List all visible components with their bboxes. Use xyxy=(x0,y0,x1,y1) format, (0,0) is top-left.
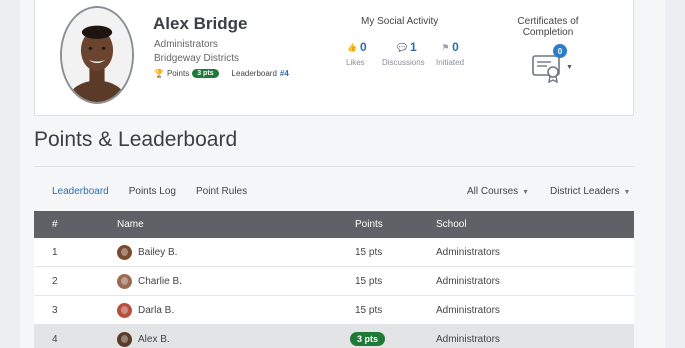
tab-points-log[interactable]: Points Log xyxy=(129,186,176,197)
divider xyxy=(34,166,634,167)
initiated-count: 0 xyxy=(452,40,459,54)
social-activity-title: My Social Activity xyxy=(361,16,439,27)
page: Alex Bridge Administrators Bridgeway Dis… xyxy=(20,0,665,348)
discussions-count: 1 xyxy=(409,40,417,54)
chat-icon: 💬 xyxy=(397,42,407,52)
page-title: Points & Leaderboard xyxy=(34,128,238,151)
user-name: Alex Bridge xyxy=(153,14,248,33)
row-points: 15 pts xyxy=(355,275,383,287)
row-points: 3 pts xyxy=(350,331,386,346)
certificate-count-badge: 0 xyxy=(553,44,567,58)
row-name-cell: Charlie B. xyxy=(117,273,182,289)
row-points: 15 pts xyxy=(355,246,383,258)
leaderboard-label: Leaderboard xyxy=(231,69,277,78)
leaders-filter-label: District Leaders xyxy=(550,186,620,197)
certificates-title: Certificates of Completion xyxy=(517,16,579,38)
avatar-photo xyxy=(62,8,132,102)
table-row[interactable]: 1 Bailey B. 15 pts Administrators xyxy=(34,238,634,267)
profile-avatar[interactable] xyxy=(60,6,134,104)
points-label: Points xyxy=(166,69,190,78)
leaderboard-tabs: Leaderboard Points Log Point Rules xyxy=(52,186,247,197)
table-row[interactable]: 3 Darla B. 15 pts Administrators xyxy=(34,296,634,325)
tab-point-rules[interactable]: Point Rules xyxy=(196,186,247,197)
avatar xyxy=(117,331,132,347)
user-district: Bridgeway Districts xyxy=(154,53,240,64)
row-name: Alex B. xyxy=(138,333,170,345)
row-rank: 4 xyxy=(52,333,58,345)
row-name-cell: Bailey B. xyxy=(117,244,178,260)
discussions-stat[interactable]: 💬 1 xyxy=(397,40,417,54)
avatar xyxy=(117,273,132,289)
row-school: Administrators xyxy=(436,304,500,316)
initiated-stat[interactable]: ⚑ 0 xyxy=(442,40,459,54)
likes-count: 0 xyxy=(359,40,367,54)
trophy-icon: 🏆 xyxy=(154,69,164,78)
table-row[interactable]: 2 Charlie B. 15 pts Administrators xyxy=(34,267,634,296)
row-name: Bailey B. xyxy=(138,246,178,258)
profile-card: Alex Bridge Administrators Bridgeway Dis… xyxy=(34,0,634,116)
initiated-label: Initiated xyxy=(436,58,465,67)
row-school: Administrators xyxy=(436,275,500,287)
likes-stat[interactable]: 👍 0 xyxy=(347,40,367,54)
leaderboard-rank-link[interactable]: #4 xyxy=(280,69,289,78)
row-points: 15 pts xyxy=(355,304,383,316)
points-summary: 🏆 Points 3 pts Leaderboard #4 xyxy=(154,69,289,78)
courses-filter-label: All Courses xyxy=(467,186,519,197)
flag-icon: ⚑ xyxy=(442,42,450,52)
likes-label: Likes xyxy=(346,58,365,67)
header-rank[interactable]: # xyxy=(52,219,58,230)
row-rank: 1 xyxy=(52,246,58,258)
thumbs-up-icon: 👍 xyxy=(347,42,357,52)
row-school: Administrators xyxy=(436,246,500,258)
caret-down-icon: ▼ xyxy=(623,189,631,196)
row-rank: 3 xyxy=(52,304,58,316)
row-school: Administrators xyxy=(436,333,500,345)
discussions-label: Discussions xyxy=(382,58,425,67)
leaders-filter-dropdown[interactable]: District Leaders ▼ xyxy=(550,186,630,197)
caret-down-icon[interactable]: ▼ xyxy=(566,64,573,71)
leaderboard-table: # Name Points School 1 Bailey B. 15 pts … xyxy=(34,211,634,348)
row-name: Charlie B. xyxy=(138,275,182,287)
row-rank: 2 xyxy=(52,275,58,287)
table-row-current-user[interactable]: 4 Alex B. 3 pts Administrators xyxy=(34,325,634,348)
table-header: # Name Points School xyxy=(34,211,634,238)
row-name-cell: Alex B. xyxy=(117,331,170,347)
points-badge: 3 pts xyxy=(350,331,386,346)
row-name: Darla B. xyxy=(138,304,175,316)
avatar xyxy=(117,302,132,318)
courses-filter-dropdown[interactable]: All Courses ▼ xyxy=(467,186,529,197)
caret-down-icon: ▼ xyxy=(522,189,530,196)
user-org: Administrators xyxy=(154,39,218,50)
avatar xyxy=(117,244,132,260)
points-badge: 3 pts xyxy=(192,69,219,78)
row-name-cell: Darla B. xyxy=(117,302,175,318)
header-points[interactable]: Points xyxy=(355,219,383,230)
tab-leaderboard[interactable]: Leaderboard xyxy=(52,186,109,197)
header-school[interactable]: School xyxy=(436,219,467,230)
header-name[interactable]: Name xyxy=(117,219,144,230)
